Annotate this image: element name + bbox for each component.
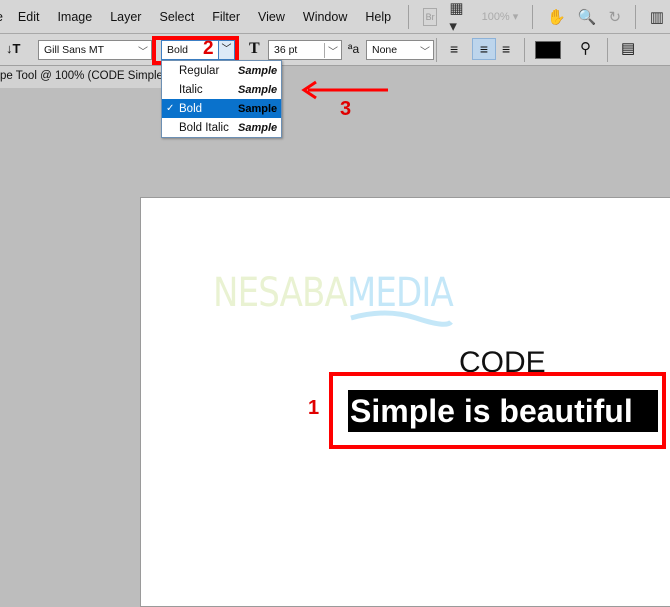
menu-file-partial[interactable]: e	[0, 10, 9, 24]
font-family-value: Gill Sans MT	[44, 44, 105, 56]
divider	[408, 4, 409, 29]
menu-filter[interactable]: Filter	[203, 10, 249, 24]
item-sample: Sample	[238, 83, 278, 96]
chevron-down-icon: ﹀	[324, 43, 338, 58]
dropdown-item-italic[interactable]: Italic Sample	[162, 80, 281, 99]
anti-alias-icon: ªa	[348, 42, 360, 56]
arrange-documents-icon[interactable]: ▥	[650, 8, 664, 26]
chevron-down-icon: ﹀	[138, 47, 148, 58]
item-label: Italic	[179, 83, 203, 96]
divider	[524, 38, 525, 62]
menu-layer[interactable]: Layer	[101, 10, 150, 24]
anti-alias-value: None	[372, 44, 398, 56]
anti-alias-select[interactable]: None ﹀	[366, 40, 434, 60]
text-color-swatch[interactable]	[535, 41, 561, 59]
zoom-icon[interactable]: 🔍	[578, 8, 597, 26]
bridge-icon[interactable]: Br	[422, 7, 438, 26]
annotation-box-1	[329, 372, 666, 449]
rotate-view-icon[interactable]: ↻	[608, 8, 621, 26]
align-right-icon[interactable]: ≡	[502, 41, 510, 57]
menu-window[interactable]: Window	[294, 10, 356, 24]
align-center-icon[interactable]: ≡	[472, 38, 496, 60]
item-sample: Sample	[238, 64, 278, 77]
zoom-level: 100%	[481, 10, 510, 23]
item-label: Regular	[179, 64, 220, 77]
screen-mode-icon[interactable]: ▦ ▾	[449, 0, 469, 35]
divider	[532, 4, 534, 29]
hand-icon[interactable]: ✋	[547, 8, 566, 26]
divider	[607, 38, 608, 62]
dropdown-item-bold[interactable]: ✓ Bold Sample	[162, 99, 281, 118]
item-sample: Sample	[238, 102, 278, 115]
item-sample: Sample	[238, 121, 278, 134]
font-family-select[interactable]: Gill Sans MT ﹀	[38, 40, 152, 60]
menu-edit[interactable]: Edit	[9, 10, 49, 24]
menu-help[interactable]: Help	[356, 10, 400, 24]
zoom-level-select[interactable]: 100% ▾	[481, 10, 519, 24]
font-size-field[interactable]: 36 pt ﹀	[268, 40, 342, 60]
annotation-arrow-icon	[301, 80, 388, 100]
menu-view[interactable]: View	[249, 10, 294, 24]
item-label: Bold Italic	[179, 121, 229, 134]
dropdown-item-regular[interactable]: Regular Sample	[162, 61, 281, 80]
checkmark-icon: ✓	[166, 103, 175, 114]
menu-bar: e Edit Image Layer Select Filter View Wi…	[0, 0, 670, 35]
annotation-label-1: 1	[308, 397, 320, 419]
menu-image[interactable]: Image	[48, 10, 101, 24]
item-label: Bold	[179, 102, 203, 115]
font-size-value: 36 pt	[274, 44, 298, 56]
dropdown-item-bold-italic[interactable]: Bold Italic Sample	[162, 118, 281, 137]
menu-select[interactable]: Select	[150, 10, 203, 24]
font-size-icon: T	[249, 40, 260, 57]
warp-text-icon[interactable]: ⚲	[580, 39, 591, 57]
text-orientation-icon[interactable]: ↓T	[6, 41, 20, 56]
watermark-wave-icon	[350, 310, 453, 327]
annotation-label-2: 2	[203, 38, 214, 59]
align-left-icon[interactable]: ≡	[450, 41, 458, 57]
character-panel-icon[interactable]: ▤	[621, 39, 635, 57]
options-bar: ↓T Gill Sans MT ﹀ Bold ﹀ T 36 pt ﹀ ªa None ﹀…	[0, 34, 670, 66]
divider	[635, 4, 636, 29]
font-style-dropdown: Regular Sample Italic Sample ✓ Bold Sample B…	[161, 60, 282, 138]
divider	[436, 38, 437, 62]
document-tab-title: pe Tool @ 100% (CODE Simple is	[0, 70, 175, 82]
annotation-label-3: 3	[340, 98, 352, 120]
chevron-down-icon: ﹀	[420, 47, 430, 58]
